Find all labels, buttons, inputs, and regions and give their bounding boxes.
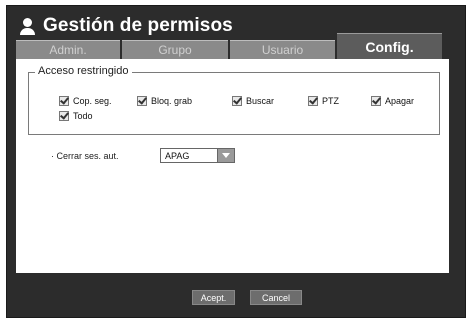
checkbox-box[interactable] (59, 95, 69, 106)
checkbox-label: Todo (73, 111, 93, 121)
check-icon (60, 110, 69, 120)
checkbox-label: Buscar (246, 96, 275, 106)
checkbox-box[interactable] (371, 95, 381, 106)
checkbox-label: PTZ (322, 96, 339, 106)
checkbox-box[interactable] (232, 95, 242, 106)
tab-admin[interactable]: Admin. (16, 40, 120, 59)
check-icon (60, 95, 69, 105)
checkbox-box[interactable] (59, 110, 69, 121)
tab-group[interactable]: Grupo (122, 40, 228, 59)
check-icon (372, 95, 381, 105)
check-icon (309, 95, 318, 105)
restricted-access-legend: Acceso restringido (35, 65, 132, 77)
cancel-button[interactable]: Cancel (250, 290, 302, 305)
tab-user[interactable]: Usuario (230, 40, 335, 59)
checkbox-label: Cop. seg. (73, 96, 112, 106)
chevron-down-icon[interactable] (218, 148, 235, 163)
accept-button[interactable]: Acept. (192, 290, 235, 305)
checkbox-box[interactable] (308, 95, 318, 106)
checkbox-search[interactable]: Buscar (232, 95, 274, 107)
checkbox-box[interactable] (137, 95, 147, 106)
checkbox-label: Bloq. grab (151, 96, 193, 106)
auto-logout-label: · Cerrar ses. aut. (51, 151, 119, 161)
checkbox-shutdown[interactable]: Apagar (371, 95, 414, 107)
auto-logout-value[interactable]: APAG (160, 148, 218, 163)
tab-config[interactable]: Config. (337, 33, 442, 59)
checkbox-rec-lock[interactable]: Bloq. grab (137, 95, 192, 107)
auto-logout-select[interactable]: APAG (160, 148, 235, 163)
checkbox-ptz[interactable]: PTZ (308, 95, 339, 107)
check-icon (138, 95, 147, 105)
checkbox-backup[interactable]: Cop. seg. (59, 95, 112, 107)
check-icon (233, 95, 242, 105)
checkbox-label: Apagar (385, 96, 415, 106)
tab-bar: Admin. Grupo Usuario Config. (16, 33, 449, 59)
checkbox-all[interactable]: Todo (59, 110, 93, 122)
